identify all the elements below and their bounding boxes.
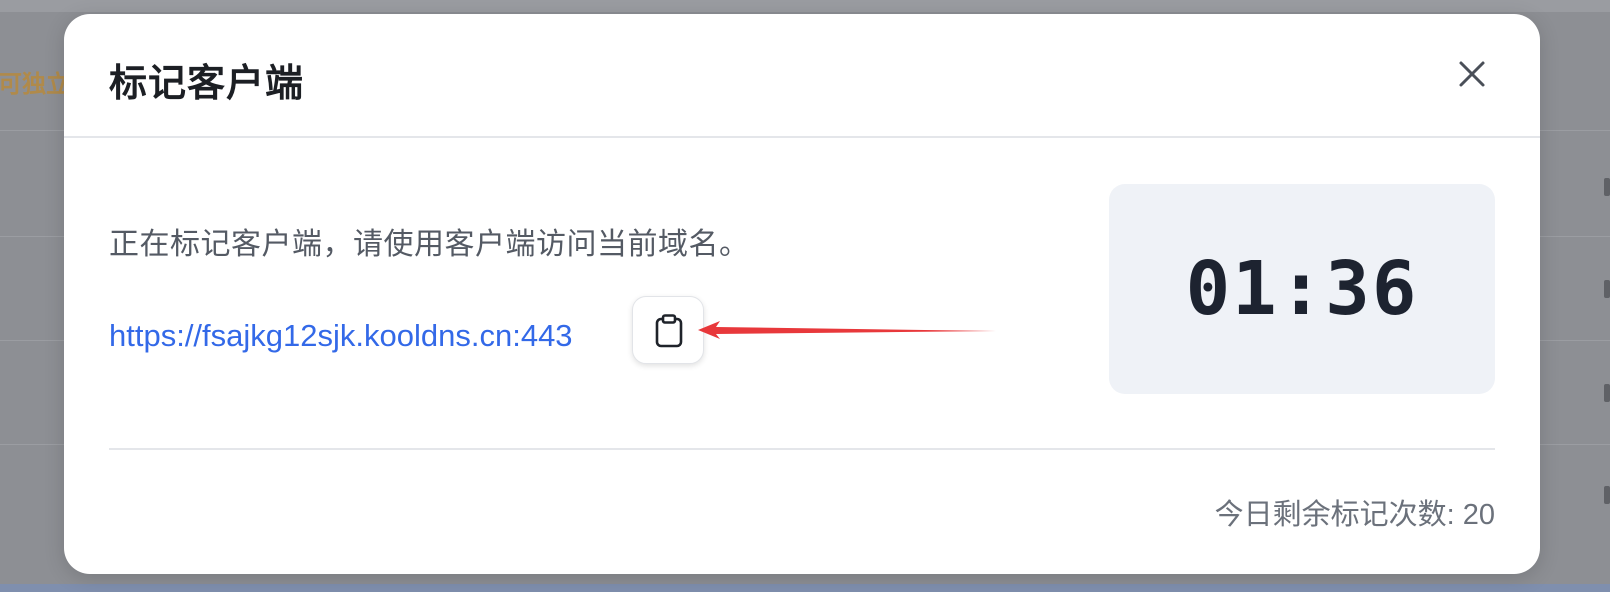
remaining-marks-count: 今日剩余标记次数: 20 (1214, 499, 1495, 531)
background-right-glyph (1604, 280, 1610, 298)
dialog-header: 标记客户端 (64, 14, 1540, 138)
background-right-glyph (1604, 486, 1610, 504)
dialog-title: 标记客户端 (109, 63, 305, 105)
background-right-glyph (1604, 178, 1610, 196)
countdown-timer: 01:36 (1185, 246, 1419, 332)
content-divider (109, 448, 1495, 450)
close-button[interactable] (1452, 54, 1492, 94)
background-bottom-strip (0, 584, 1610, 592)
copy-url-button[interactable] (632, 296, 704, 364)
dialog-description: 正在标记客户端，请使用客户端访问当前域名。 (109, 228, 750, 261)
close-icon (1459, 61, 1485, 87)
clipboard-icon (655, 314, 683, 348)
background-partial-text: 可独立 (0, 71, 70, 98)
background-header-strip (0, 0, 1610, 12)
background-right-glyph (1604, 384, 1610, 402)
countdown-panel: 01:36 (1109, 184, 1495, 394)
annotation-arrow (698, 321, 996, 339)
mark-client-dialog: 标记客户端 正在标记客户端，请使用客户端访问当前域名。 https://fsaj… (64, 14, 1540, 574)
client-url-link[interactable]: https://fsajkg12sjk.kooldns.cn:443 (109, 318, 573, 354)
